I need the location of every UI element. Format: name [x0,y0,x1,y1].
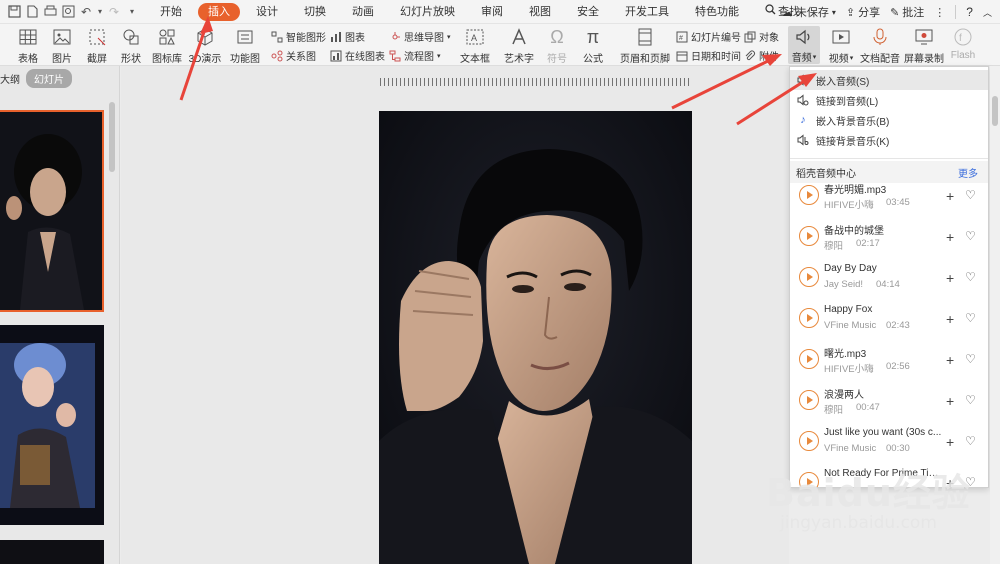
arrow-to-insert-tab [179,16,213,101]
arrow-to-audio-button [671,54,782,110]
arrow-to-embed-audio [736,73,817,126]
annotation-arrows [179,16,817,126]
